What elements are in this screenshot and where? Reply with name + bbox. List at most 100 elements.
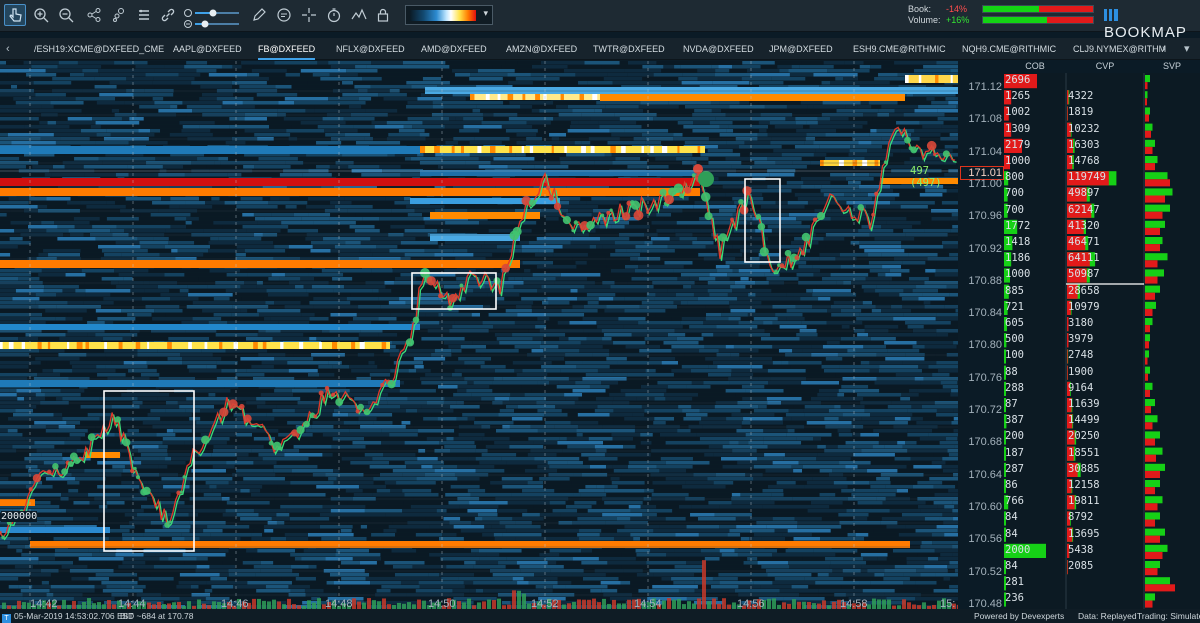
zoom-in-icon[interactable] [30, 4, 52, 26]
liquidity-cell [241, 173, 280, 177]
liquidity-cell [265, 585, 289, 589]
tab-nvda-dxfeed[interactable]: NVDA@DXFEED [683, 38, 754, 60]
tabs-scroll-right-icon[interactable]: › [1162, 38, 1166, 60]
tab-twtr-dxfeed[interactable]: TWTR@DXFEED [593, 38, 665, 60]
liquidity-cell [193, 505, 230, 509]
liquidity-cell [314, 277, 333, 281]
liquidity-cell [753, 533, 783, 537]
liquidity-cell [80, 129, 107, 133]
liquidity-cell [82, 213, 120, 217]
tab-aapl-dxfeed[interactable]: AAPL@DXFEED [173, 38, 242, 60]
pencil-icon[interactable] [248, 4, 270, 26]
liquidity-cell [721, 61, 743, 65]
liquidity-cell [708, 501, 732, 505]
liquidity-cell [451, 373, 462, 377]
share-icon[interactable] [83, 4, 105, 26]
stopwatch-icon[interactable] [323, 4, 345, 26]
liquidity-cell [308, 273, 344, 277]
link-icon[interactable] [157, 4, 179, 26]
liquidity-cell [567, 461, 583, 465]
liquidity-cell [939, 397, 958, 401]
liquidity-cell [907, 429, 933, 433]
liquidity-cell [344, 393, 388, 397]
chart-signal-icon[interactable] [348, 4, 370, 26]
liquidity-cell [521, 249, 539, 253]
tab-amzn-dxfeed[interactable]: AMZN@DXFEED [506, 38, 577, 60]
liquidity-cell [560, 369, 598, 373]
heatmap-palette-dropdown[interactable]: ▾ [405, 5, 493, 25]
liquidity-cell [920, 217, 932, 221]
liquidity-cell [885, 273, 902, 277]
liquidity-cell [225, 289, 267, 293]
tabs-menu-icon[interactable]: ▾ [1184, 38, 1190, 60]
liquidity-cell [891, 397, 901, 401]
tab--esh19-xcme-dxfeed-cme[interactable]: /ESH19:XCME@DXFEED_CME [34, 38, 164, 60]
liquidity-cell [803, 125, 810, 129]
pointer-icon[interactable] [4, 4, 26, 26]
liquidity-cell [544, 81, 570, 85]
tabs-scroll-left-icon[interactable]: ‹ [6, 38, 10, 60]
liquidity-cell [140, 245, 165, 249]
tab-jpm-dxfeed[interactable]: JPM@DXFEED [769, 38, 833, 60]
liquidity-cell [137, 581, 179, 585]
liquidity-cell [50, 573, 96, 577]
liquidity-cell [467, 489, 486, 493]
liquidity-cell [115, 241, 140, 245]
zoom-out-icon[interactable] [55, 4, 77, 26]
liquidity-cell [471, 313, 481, 317]
liquidity-cell [137, 573, 145, 577]
liquidity-cell [534, 457, 580, 461]
layers-icon[interactable] [133, 4, 155, 26]
tab-clj9-nymex-rithm[interactable]: CLJ9.NYMEX@RITHM [1073, 38, 1166, 60]
liquidity-cell [0, 557, 39, 561]
liquidity-cell [539, 513, 561, 517]
liquidity-cell [192, 317, 222, 321]
liquidity-cell [318, 229, 355, 233]
liquidity-cell [81, 269, 114, 273]
tab-amd-dxfeed[interactable]: AMD@DXFEED [421, 38, 487, 60]
liquidity-cell [830, 221, 870, 225]
liquidity-cell [551, 361, 566, 365]
liquidity-cell [831, 433, 839, 437]
lock-icon[interactable] [372, 4, 394, 26]
liquidity-cell [850, 125, 863, 129]
liquidity-cell [556, 561, 582, 565]
liquidity-cell [581, 549, 593, 553]
liquidity-cell [890, 201, 935, 205]
liquidity-cell [469, 141, 502, 145]
liquidity-cell [805, 245, 826, 249]
crosshair-icon[interactable] [298, 4, 320, 26]
tab-fb-dxfeed[interactable]: FB@DXFEED [258, 38, 316, 60]
slider-brightness-icon[interactable] [183, 5, 241, 17]
liquidity-cell [649, 225, 687, 229]
liquidity-cell [690, 369, 732, 373]
volume-dots-icon[interactable] [108, 4, 130, 26]
liquidity-cell [668, 101, 711, 105]
liquidity-cell [949, 577, 958, 581]
liquidity-cell [868, 261, 903, 265]
tab-nqh9-cme-rithmic[interactable]: NQH9.CME@RITHMIC [962, 38, 1056, 60]
liquidity-cell [527, 509, 553, 513]
liquidity-cell [669, 237, 680, 241]
heatmap-chart[interactable]: 497 (497) 200000 [0, 61, 958, 609]
slider-contrast-icon[interactable] [183, 16, 241, 28]
chat-icon[interactable] [273, 4, 295, 26]
liquidity-cell [0, 245, 18, 249]
liquidity-cell [646, 561, 687, 565]
liquidity-cell [788, 409, 804, 413]
tab-esh9-cme-rithmic[interactable]: ESH9.CME@RITHMIC [853, 38, 946, 60]
liquidity-cell [651, 221, 677, 225]
liquidity-cell [240, 357, 275, 361]
liquidity-cell [749, 157, 768, 161]
liquidity-cell [867, 193, 900, 197]
liquidity-cell [872, 445, 885, 449]
liquidity-cell [144, 321, 152, 325]
liquidity-cell [153, 77, 195, 81]
liquidity-cell [924, 517, 940, 521]
tab-nflx-dxfeed[interactable]: NFLX@DXFEED [336, 38, 405, 60]
liquidity-cell [621, 553, 637, 557]
heatmap-canvas[interactable] [0, 61, 958, 609]
liquidity-cell [942, 513, 958, 517]
liquidity-cell [936, 333, 949, 337]
liquidity-cell [84, 173, 116, 177]
